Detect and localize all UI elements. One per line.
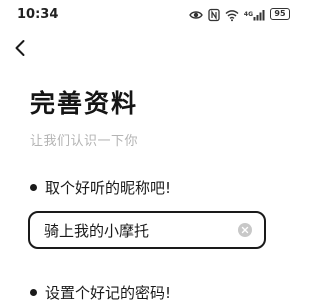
network-type-label: 4G xyxy=(243,11,253,18)
nickname-label-text: 取个好听的昵称吧! xyxy=(45,179,172,197)
status-time: 10:34 xyxy=(17,7,59,22)
battery-icon: 95 xyxy=(270,8,290,20)
eye-icon xyxy=(189,7,203,21)
back-button[interactable] xyxy=(8,38,32,62)
page-subtitle: 让我们认识一下你 xyxy=(30,134,139,149)
bullet-icon xyxy=(30,289,37,296)
wifi-icon xyxy=(225,7,239,22)
chevron-left-icon xyxy=(13,39,27,61)
signal-icon: 4G xyxy=(244,7,265,21)
nickname-section-label: 取个好听的昵称吧! xyxy=(30,177,171,198)
status-icons: 4G 95 xyxy=(189,7,290,22)
status-bar: 10:34 4G 95 xyxy=(0,0,300,30)
nickname-input[interactable]: 骑上我的小摩托 xyxy=(28,211,266,249)
nfc-icon xyxy=(208,7,220,22)
clear-icon[interactable] xyxy=(238,223,252,237)
nickname-input-value[interactable]: 骑上我的小摩托 xyxy=(44,220,238,241)
page-title: 完善资料 xyxy=(30,89,139,118)
bullet-icon xyxy=(30,184,37,191)
